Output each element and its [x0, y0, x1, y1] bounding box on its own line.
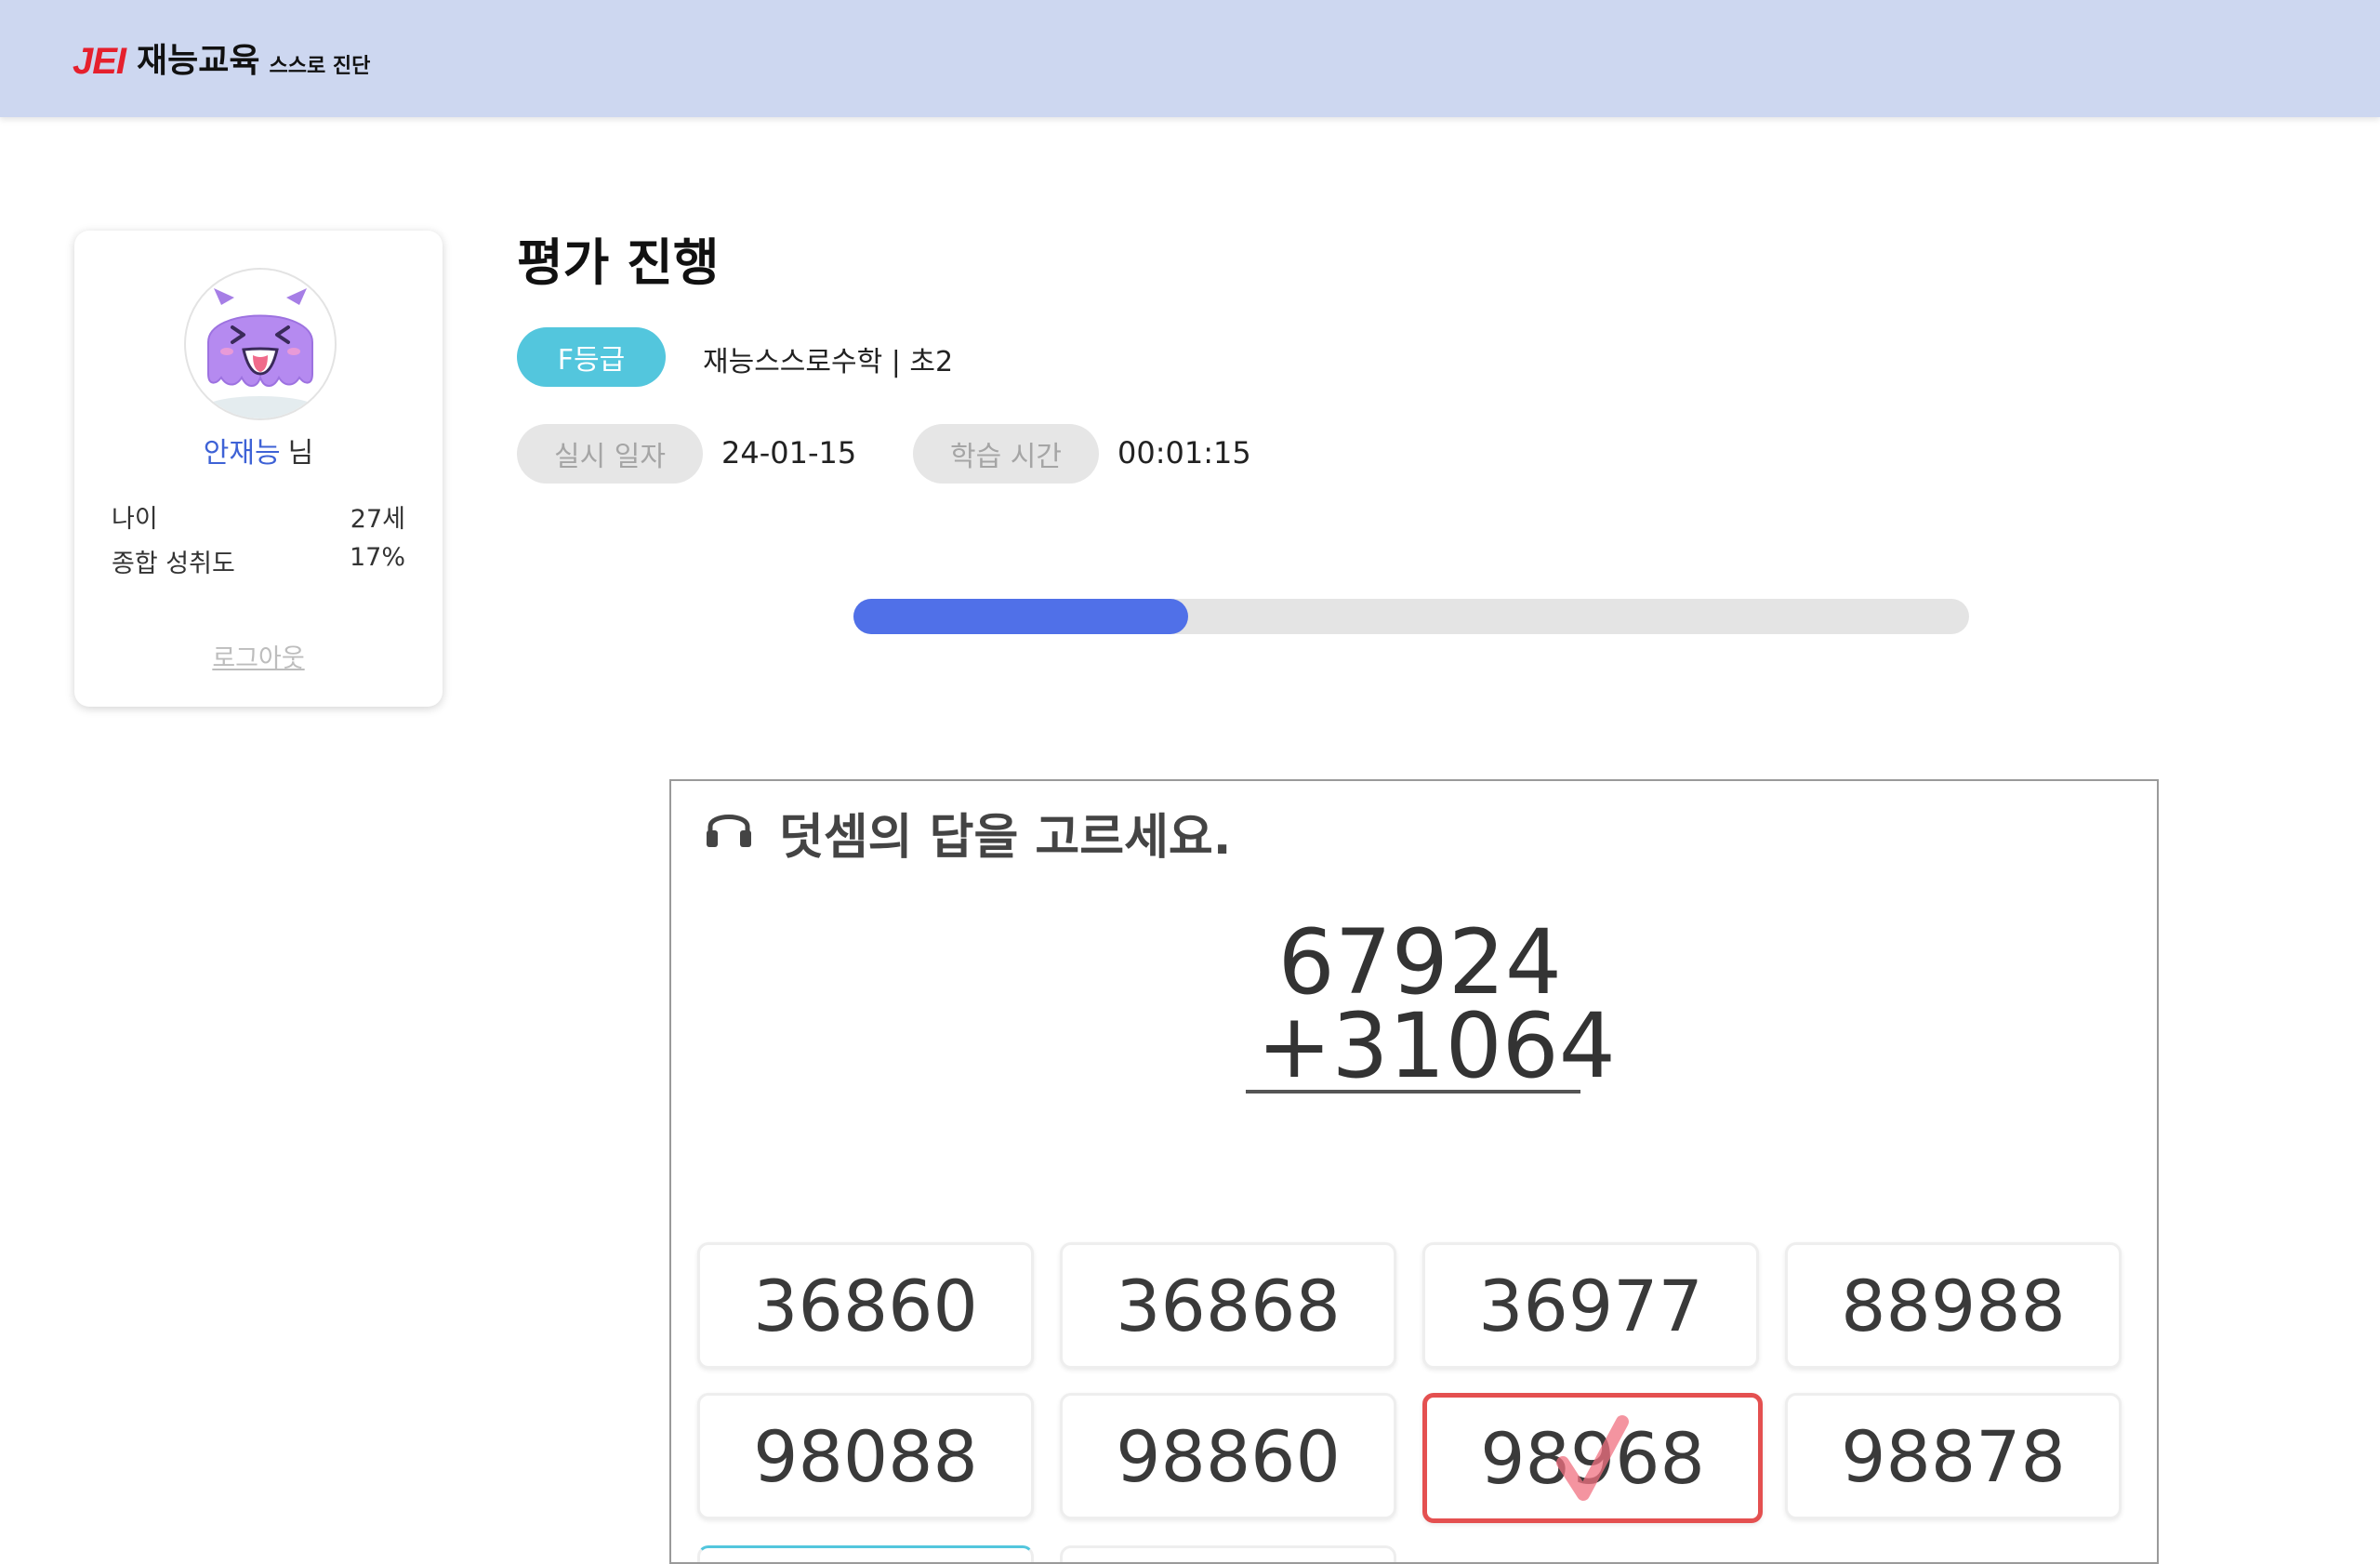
- user-name: 안재능: [203, 437, 281, 470]
- instruction-text: 덧셈의 답을 고르세요.: [779, 810, 1232, 866]
- stat-label: 나이: [112, 505, 158, 534]
- check-mark-icon: [1556, 1415, 1629, 1501]
- choice-button[interactable]: 98088: [697, 1393, 1034, 1519]
- plus-operator: +: [1257, 994, 1332, 1098]
- date-value: 24-01-15: [721, 435, 857, 471]
- logout-link[interactable]: 로그아웃: [74, 638, 443, 674]
- choice-button[interactable]: 98878: [1785, 1393, 2122, 1519]
- date-label-pill: 실시 일자: [517, 424, 703, 484]
- stat-label: 종합 성취도: [112, 550, 235, 578]
- question-frame: 덧셈의 답을 고르세요. 67924 + 31064 36860 36868 3…: [669, 779, 2159, 1564]
- choice-button[interactable]: 88988: [1785, 1242, 2122, 1369]
- purple-monster-avatar-icon: [203, 288, 318, 418]
- stat-value: 17%: [349, 543, 405, 572]
- stat-value: 27세: [350, 505, 405, 534]
- top-header: JEI 재능교육 스스로 진단: [0, 0, 2380, 117]
- choice-button[interactable]: 36868: [1060, 1242, 1396, 1369]
- choice-button-cutoff[interactable]: [697, 1545, 1034, 1562]
- question-instruction: 덧셈의 답을 고르세요.: [705, 798, 1232, 868]
- logo-brand-text: 재능교육: [137, 42, 260, 80]
- avatar: [184, 268, 337, 420]
- choice-button[interactable]: 36977: [1422, 1242, 1759, 1369]
- choice-button[interactable]: 36860: [697, 1242, 1034, 1369]
- operand-1: 67924: [1277, 910, 1562, 1014]
- time-label-pill: 학습 시간: [913, 424, 1099, 484]
- stat-row-achievement: 종합 성취도 17%: [112, 543, 405, 579]
- jei-logo[interactable]: JEI 재능교육 스스로 진단: [73, 37, 371, 82]
- stat-row-age: 나이 27세: [112, 498, 405, 535]
- grade-badge: F등급: [517, 327, 666, 387]
- profile-card: 안재능 님 나이 27세 종합 성취도 17% 로그아웃: [74, 231, 443, 707]
- logo-sub-text: 스스로 진단: [269, 55, 371, 78]
- addition-problem: 67924 + 31064: [1246, 910, 1616, 1098]
- addend-row: + 31064: [1246, 994, 1616, 1098]
- progress-bar: [853, 599, 1969, 634]
- page-title: 평가 진행: [517, 233, 720, 292]
- choice-button-cutoff[interactable]: [1060, 1545, 1396, 1562]
- headphones-icon[interactable]: [705, 804, 753, 861]
- user-suffix: 님: [287, 437, 314, 470]
- progress-fill: [853, 599, 1188, 634]
- choice-button-selected[interactable]: 98968: [1422, 1393, 1763, 1523]
- time-value: 00:01:15: [1117, 435, 1251, 471]
- operand-2: 31064: [1331, 994, 1616, 1098]
- choice-button[interactable]: 98860: [1060, 1393, 1396, 1519]
- user-greeting: 안재능 님: [74, 430, 443, 471]
- course-label: 재능스스로수학 | 초2: [703, 346, 954, 378]
- logo-jei-mark: JEI: [73, 41, 126, 82]
